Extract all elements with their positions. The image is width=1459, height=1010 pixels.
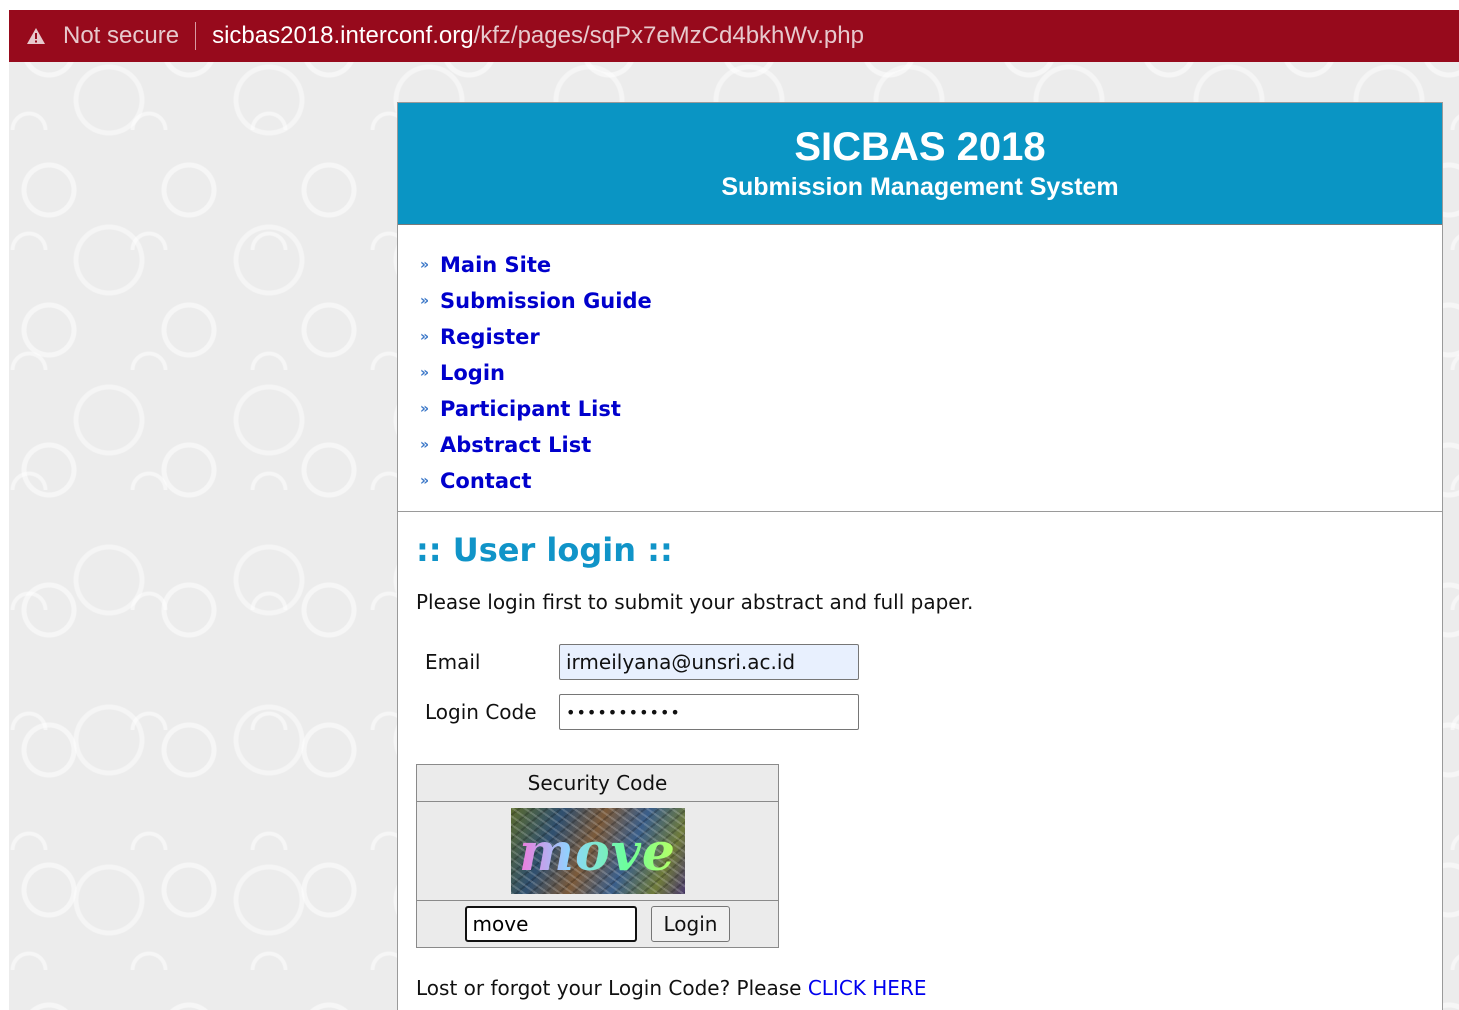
warning-icon[interactable] bbox=[25, 25, 47, 47]
captcha-word: move bbox=[511, 822, 685, 883]
nav-item-contact[interactable]: » Contact bbox=[420, 463, 1442, 499]
security-code-box: Security Code move Login bbox=[416, 764, 779, 948]
address-bar[interactable]: Not secure sicbas2018.interconf.org/kfz/… bbox=[9, 10, 1459, 62]
nav-item-login[interactable]: » Login bbox=[420, 355, 1442, 391]
forgot-code-link[interactable]: CLICK HERE bbox=[808, 976, 927, 1000]
url-path: /kfz/pages/sqPx7eMzCd4bkhWv.php bbox=[473, 22, 864, 49]
nav-link-abstract-list[interactable]: Abstract List bbox=[440, 433, 591, 457]
email-field[interactable] bbox=[559, 644, 859, 680]
chevron-right-icon: » bbox=[420, 365, 430, 381]
forgot-code-text: Lost or forgot your Login Code? Please C… bbox=[416, 976, 1424, 1000]
nav-link-main-site[interactable]: Main Site bbox=[440, 253, 551, 277]
site-subtitle: Submission Management System bbox=[721, 173, 1119, 201]
nav-link-login[interactable]: Login bbox=[440, 361, 505, 385]
nav-item-participant-list[interactable]: » Participant List bbox=[420, 391, 1442, 427]
nav-item-register[interactable]: » Register bbox=[420, 319, 1442, 355]
nav-item-main-site[interactable]: » Main Site bbox=[420, 247, 1442, 283]
login-intro: Please login first to submit your abstra… bbox=[416, 590, 974, 614]
login-code-field[interactable] bbox=[559, 694, 859, 730]
login-button[interactable]: Login bbox=[650, 906, 731, 942]
site-title: SICBAS 2018 bbox=[794, 125, 1046, 169]
nav-link-register[interactable]: Register bbox=[440, 325, 540, 349]
browser-frame: Not secure sicbas2018.interconf.org/kfz/… bbox=[9, 10, 1459, 1010]
site-header: SICBAS 2018 Submission Management System bbox=[398, 103, 1442, 225]
chevron-right-icon: » bbox=[420, 257, 430, 273]
login-section: :: User login :: Please login first to s… bbox=[398, 512, 1442, 1000]
chevron-right-icon: » bbox=[420, 401, 430, 417]
main-card: SICBAS 2018 Submission Management System… bbox=[397, 102, 1443, 1010]
captcha-input-row: Login bbox=[417, 901, 778, 947]
section-title: :: User login :: bbox=[416, 531, 673, 569]
nav-link-participant-list[interactable]: Participant List bbox=[440, 397, 621, 421]
url-text[interactable]: sicbas2018.interconf.org/kfz/pages/sqPx7… bbox=[212, 22, 864, 50]
security-status[interactable]: Not secure bbox=[63, 22, 179, 50]
nav-link-submission-guide[interactable]: Submission Guide bbox=[440, 289, 652, 313]
email-row: Email bbox=[416, 644, 1424, 680]
url-host: sicbas2018.interconf.org bbox=[212, 22, 474, 49]
captcha-image-row: move bbox=[417, 802, 778, 901]
forgot-code-prompt: Lost or forgot your Login Code? Please bbox=[416, 976, 802, 1000]
captcha-image: move bbox=[510, 808, 685, 894]
chevron-right-icon: » bbox=[420, 473, 430, 489]
chevron-right-icon: » bbox=[420, 437, 430, 453]
chevron-right-icon: » bbox=[420, 293, 430, 309]
nav-item-abstract-list[interactable]: » Abstract List bbox=[420, 427, 1442, 463]
nav-item-submission-guide[interactable]: » Submission Guide bbox=[420, 283, 1442, 319]
nav-link-contact[interactable]: Contact bbox=[440, 469, 532, 493]
chevron-right-icon: » bbox=[420, 329, 430, 345]
nav-menu: » Main Site » Submission Guide » Registe… bbox=[398, 225, 1442, 512]
email-label: Email bbox=[425, 650, 481, 674]
captcha-input[interactable] bbox=[464, 906, 637, 942]
login-code-label: Login Code bbox=[425, 700, 537, 724]
address-divider bbox=[195, 22, 197, 50]
login-code-row: Login Code bbox=[416, 694, 1424, 730]
security-code-header: Security Code bbox=[417, 765, 778, 802]
login-form: Email Login Code bbox=[416, 644, 1424, 730]
